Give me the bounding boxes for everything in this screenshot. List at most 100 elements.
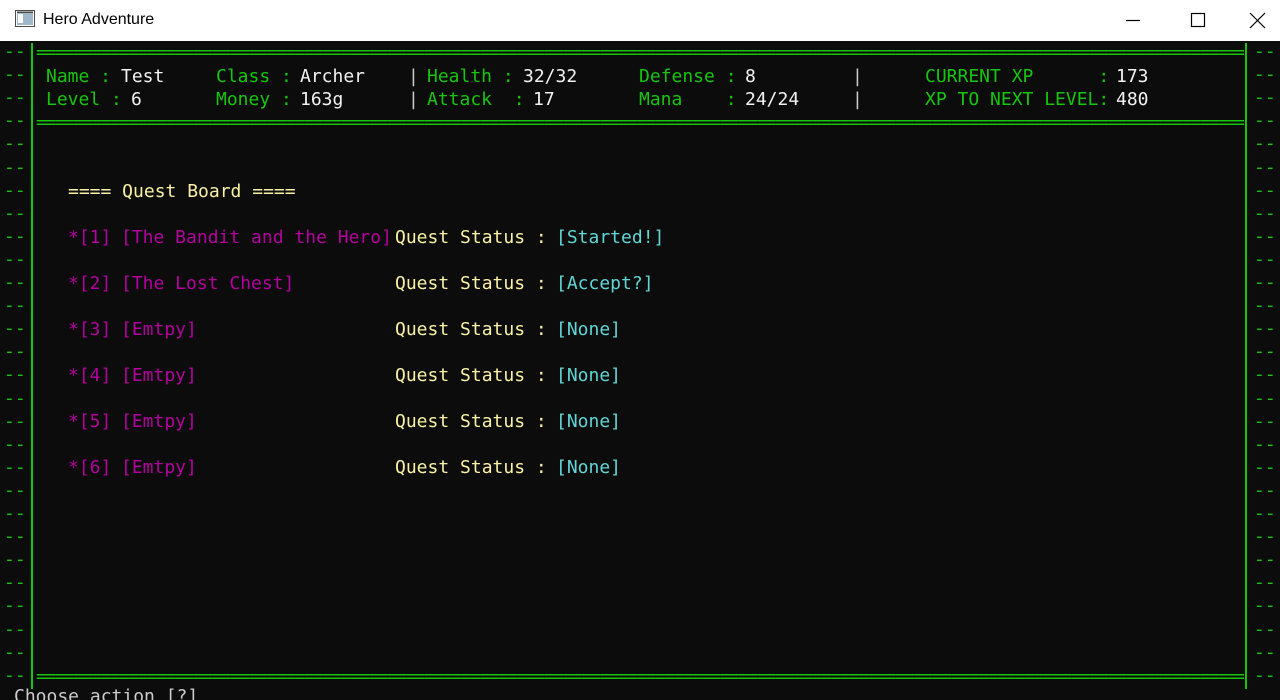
quest-status-value: [Accept?] — [556, 273, 654, 294]
frame-marker: -- — [1254, 295, 1276, 316]
frame-marker: -- — [1254, 549, 1276, 570]
mana-label: Mana : — [639, 89, 737, 110]
level-label: Level : — [46, 89, 122, 110]
current-xp-label: CURRENT XP : — [925, 66, 1110, 87]
title-bar[interactable]: Hero Adventure — [0, 0, 1280, 41]
frame-marker: -- — [1254, 110, 1276, 131]
frame-marker: -- — [4, 411, 26, 432]
frame-marker: -- — [4, 572, 26, 593]
frame-marker: -- — [1254, 434, 1276, 455]
next-level-value: 480 — [1116, 89, 1149, 110]
quest-status-value: [None] — [556, 411, 622, 432]
quest-status-value: [Started!] — [556, 227, 665, 248]
class-value: Archer — [300, 66, 366, 87]
frame-marker: -- — [4, 434, 26, 455]
current-xp-value: 173 — [1116, 66, 1149, 87]
stats-divider: | — [852, 89, 863, 110]
frame-marker: -- — [1254, 595, 1276, 616]
frame-marker: -- — [4, 318, 26, 339]
frame-marker: -- — [1254, 272, 1276, 293]
frame-marker: -- — [1254, 480, 1276, 501]
quest-name: [Emtpy] — [121, 457, 197, 478]
window-title: Hero Adventure — [43, 11, 155, 28]
quest-name: [The Lost Chest] — [121, 273, 295, 294]
frame-marker: -- — [1254, 665, 1276, 686]
left-frame-bar — [31, 43, 33, 689]
attack-value: 17 — [533, 89, 555, 110]
frame-marker: -- — [1254, 226, 1276, 247]
frame-marker: -- — [1254, 41, 1276, 62]
quest-index: *[4] — [68, 365, 112, 386]
quest-index: *[5] — [68, 411, 112, 432]
frame-marker: -- — [1254, 64, 1276, 85]
attack-label: Attack : — [427, 89, 525, 110]
frame-marker: -- — [4, 549, 26, 570]
frame-marker: -- — [4, 388, 26, 409]
next-level-label: XP TO NEXT LEVEL: — [925, 89, 1110, 110]
bottom-rule: ========================================… — [36, 668, 1244, 686]
command-prompt[interactable]: Choose action [?] — [14, 686, 198, 700]
quest-status-label: Quest Status : — [395, 457, 547, 478]
frame-marker: -- — [1254, 133, 1276, 154]
name-label: Name : — [46, 66, 112, 87]
frame-marker: -- — [4, 203, 26, 224]
stats-divider: | — [408, 66, 419, 87]
quest-status-value: [None] — [556, 365, 622, 386]
defense-label: Defense : — [639, 66, 737, 87]
frame-marker: -- — [1254, 364, 1276, 385]
frame-marker: -- — [4, 480, 26, 501]
minimize-icon[interactable] — [1110, 0, 1156, 41]
frame-marker: -- — [4, 619, 26, 640]
frame-marker: -- — [4, 295, 26, 316]
quest-status-label: Quest Status : — [395, 227, 547, 248]
frame-marker: -- — [4, 41, 26, 62]
frame-marker: -- — [1254, 87, 1276, 108]
frame-marker: -- — [4, 341, 26, 362]
quest-index: *[1] — [68, 227, 112, 248]
frame-marker: -- — [4, 364, 26, 385]
frame-marker: -- — [4, 642, 26, 663]
quest-name: [The Bandit and the Hero] — [121, 227, 392, 248]
header-rule: ========================================… — [36, 114, 1244, 132]
name-value: Test — [121, 66, 165, 87]
frame-marker: -- — [4, 133, 26, 154]
quest-status-label: Quest Status : — [395, 319, 547, 340]
frame-marker: -- — [4, 157, 26, 178]
stats-divider: | — [852, 66, 863, 87]
terminal-output: -- -- -- -- -- -- -- -- -- -- -- -- -- -- -- -- -- -- -- --… — [0, 41, 1280, 700]
top-rule: ========================================… — [36, 44, 1244, 62]
quest-name: [Emtpy] — [121, 319, 197, 340]
maximize-icon[interactable] — [1175, 0, 1221, 41]
frame-marker: -- — [1254, 411, 1276, 432]
frame-marker: -- — [1254, 642, 1276, 663]
quest-status-label: Quest Status : — [395, 365, 547, 386]
frame-marker: -- — [1254, 180, 1276, 201]
quest-name: [Emtpy] — [121, 365, 197, 386]
right-frame-bar — [1245, 43, 1247, 689]
health-label: Health : — [427, 66, 514, 87]
frame-marker: -- — [4, 110, 26, 131]
frame-marker: -- — [4, 226, 26, 247]
frame-marker: -- — [4, 87, 26, 108]
quest-status-label: Quest Status : — [395, 411, 547, 432]
quest-name: [Emtpy] — [121, 411, 197, 432]
quest-board-heading: ==== Quest Board ==== — [68, 181, 296, 202]
close-icon[interactable] — [1234, 0, 1280, 41]
quest-index: *[3] — [68, 319, 112, 340]
defense-value: 8 — [745, 66, 756, 87]
quest-status-value: [None] — [556, 319, 622, 340]
quest-index: *[2] — [68, 273, 112, 294]
frame-marker: -- — [1254, 619, 1276, 640]
health-value: 32/32 — [523, 66, 578, 87]
frame-marker: -- — [1254, 203, 1276, 224]
console-app-icon — [15, 10, 35, 27]
frame-marker: -- — [4, 272, 26, 293]
mana-value: 24/24 — [745, 89, 800, 110]
frame-marker: -- — [4, 665, 26, 686]
frame-marker: -- — [1254, 572, 1276, 593]
frame-marker: -- — [1254, 249, 1276, 270]
frame-marker: -- — [1254, 526, 1276, 547]
money-value: 163g — [300, 89, 344, 110]
frame-marker: -- — [1254, 503, 1276, 524]
stats-divider: | — [408, 89, 419, 110]
